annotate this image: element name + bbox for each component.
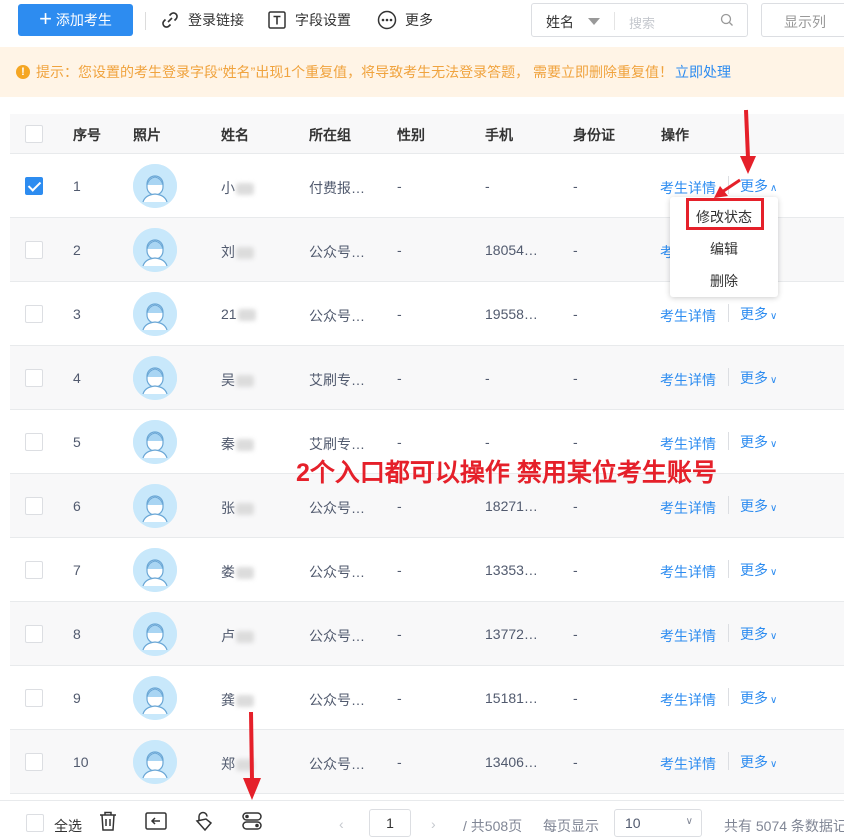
select-all-checkbox[interactable] (26, 814, 44, 832)
annotation-arrows (243, 109, 756, 800)
arrow-down-to-more-icon (740, 109, 756, 174)
select-all-label: 全选 (54, 818, 82, 834)
total-pages: / 共508页 (463, 818, 523, 834)
page-size-label: 每页显示 (543, 818, 599, 834)
page-size-select[interactable]: 10 ∨ (614, 809, 702, 837)
arrow-to-change-status-icon (714, 178, 741, 198)
page-size-value: 10 (625, 815, 641, 831)
total-records: 共有 5074 条数据记录 (724, 818, 844, 834)
chevron-down-icon: ∨ (685, 816, 693, 827)
arrow-down-to-footer-toggle-icon (243, 711, 261, 800)
page-number-input[interactable]: 1 (369, 809, 411, 837)
next-page-icon[interactable]: › (431, 816, 436, 832)
prev-page-icon[interactable]: ‹ (339, 816, 344, 832)
trash-icon[interactable] (98, 810, 118, 832)
unlock-icon[interactable] (193, 810, 215, 832)
annotation-text: 2个入口都可以操作 禁用某位考生账号 (296, 459, 717, 487)
table-footer: 全选 ‹ 1 › / 共508页 每页显示 10 ∨ 共有 5074 条数据记录 (0, 800, 844, 838)
toggle-status-icon[interactable] (240, 810, 264, 832)
move-group-icon[interactable] (144, 810, 168, 832)
